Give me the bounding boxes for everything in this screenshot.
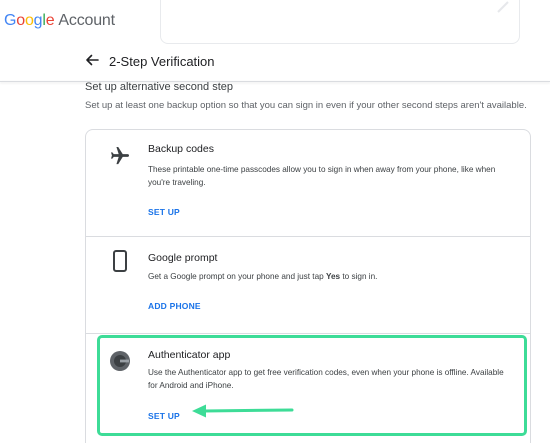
description-emphasis: Yes: [325, 272, 341, 281]
option-google-prompt: Google prompt Get a Google prompt on you…: [86, 237, 530, 334]
option-description: These printable one-time passcodes allow…: [148, 165, 496, 187]
google-account-logo[interactable]: Google Account: [4, 12, 115, 30]
pointer-arrow-icon: [192, 404, 294, 418]
pencil-icon: [497, 1, 509, 13]
arrow-back-icon[interactable]: [84, 52, 100, 68]
description-text: Get a Google prompt on your phone and ju…: [148, 272, 326, 281]
page-title: 2-Step Verification: [109, 54, 215, 69]
logo-product-label: Account: [58, 12, 115, 29]
option-title: Google prompt: [148, 252, 218, 264]
option-title: Backup codes: [148, 143, 214, 155]
phone-icon: [113, 250, 127, 272]
airplane-icon: [111, 146, 130, 165]
description-text: to sign in.: [340, 272, 378, 281]
highlight-box: [97, 335, 527, 436]
option-description: Get a Google prompt on your phone and ju…: [148, 270, 508, 283]
page: Google Account 2-Step Verification Set up…: [0, 0, 550, 443]
add-phone-button[interactable]: ADD PHONE: [148, 301, 201, 311]
option-backup-codes: Backup codes These printable one-time pa…: [86, 130, 530, 237]
header-divider: [0, 81, 550, 82]
section-title: Set up alternative second step: [85, 81, 233, 93]
scrolled-content-ghost: [160, 0, 520, 44]
google-wordmark: Google: [4, 12, 55, 29]
backup-codes-set-up-button[interactable]: SET UP: [148, 207, 180, 217]
section-description: Set up at least one backup option so tha…: [85, 100, 527, 111]
